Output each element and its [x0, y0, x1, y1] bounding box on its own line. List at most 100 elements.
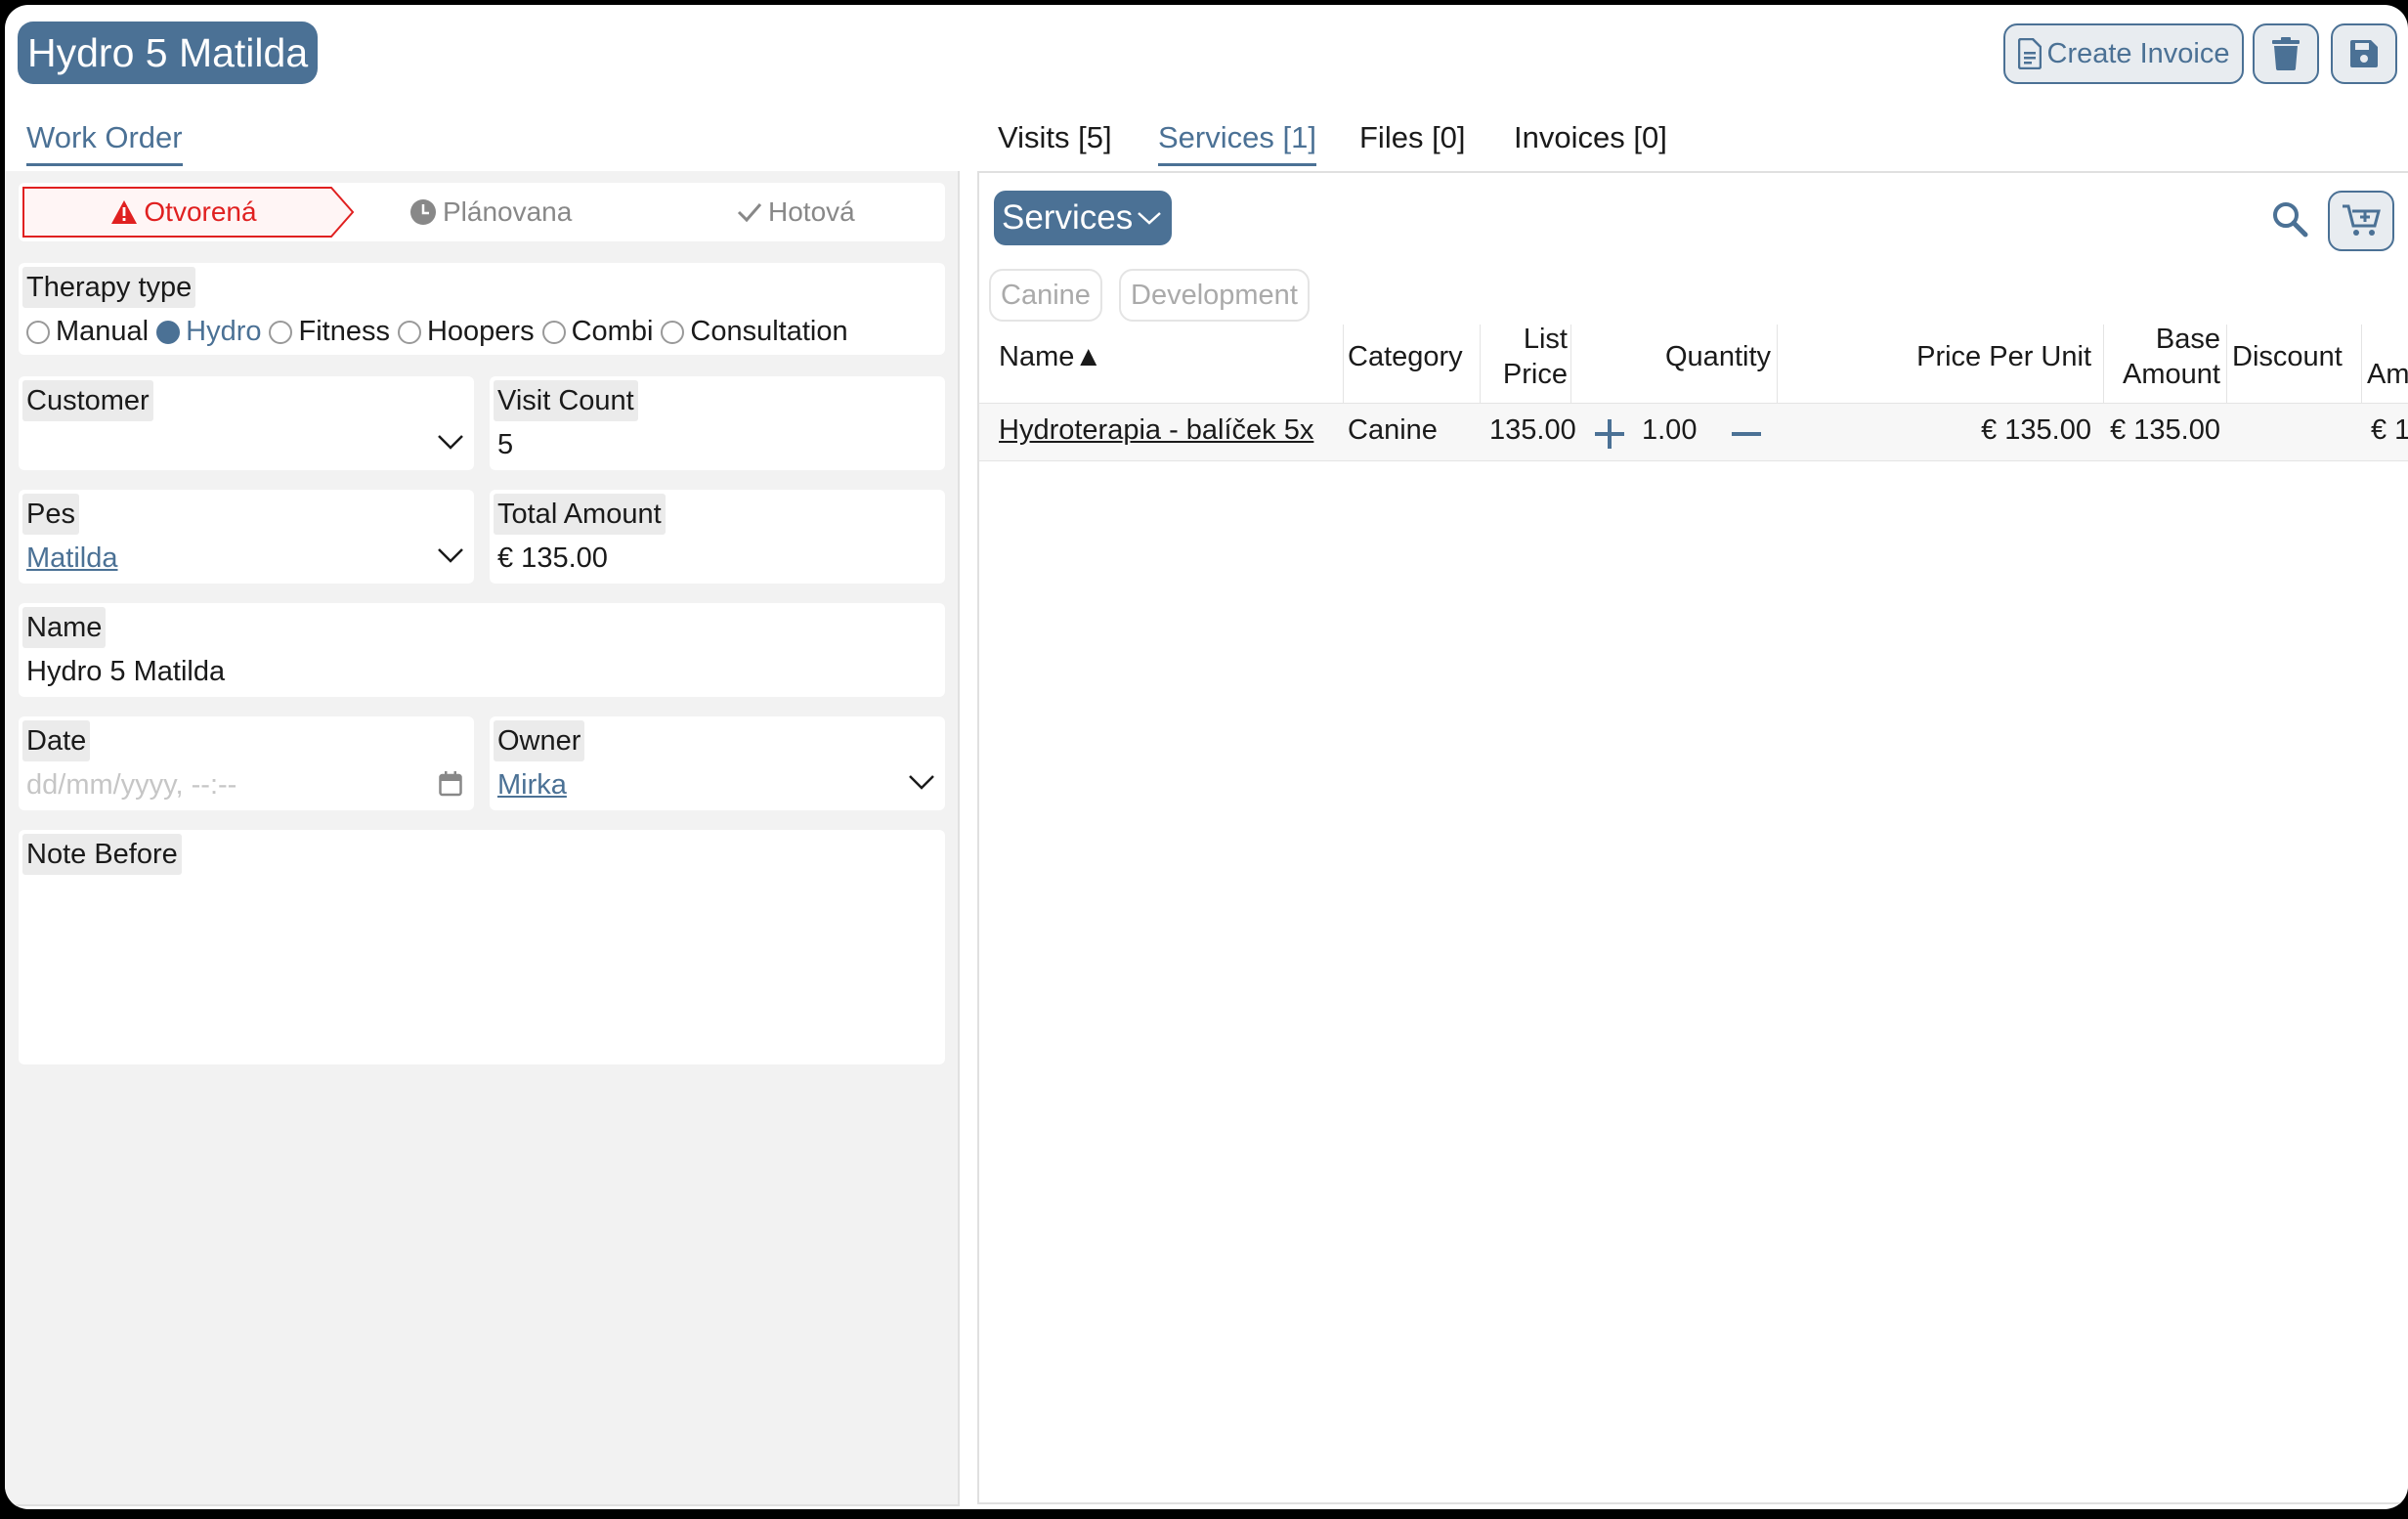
- column-header-quantity[interactable]: Quantity: [1624, 339, 1771, 374]
- base-amount-line-2: Amount: [2123, 359, 2220, 390]
- column-name-label: Name: [999, 341, 1075, 372]
- visit-count-value: 5: [497, 429, 514, 460]
- create-invoice-label: Create Invoice: [2046, 37, 2230, 69]
- therapy-option-label: Consultation: [690, 316, 848, 347]
- note-before-label: Note Before: [22, 834, 182, 875]
- therapy-radio-manual[interactable]: Manual: [26, 316, 149, 348]
- pes-label: Pes: [22, 494, 79, 535]
- sort-ascending-icon: ▲: [1074, 341, 1103, 372]
- status-open-step[interactable]: Otvorená: [22, 183, 355, 241]
- list-price-line-2: Price: [1502, 359, 1568, 390]
- customer-field[interactable]: Customer: [19, 376, 474, 470]
- service-name-link[interactable]: Hydroterapia - balíček 5x: [999, 414, 1313, 447]
- status-open-label: Otvorená: [144, 196, 257, 227]
- therapy-option-label: Fitness: [298, 316, 390, 347]
- total-amount-label: Total Amount: [494, 494, 666, 535]
- chevron-down-icon[interactable]: [437, 546, 464, 564]
- delete-button[interactable]: [2253, 23, 2319, 84]
- warning-icon: [111, 200, 138, 224]
- clock-icon: [410, 199, 436, 225]
- radio-circle[interactable]: [26, 320, 50, 344]
- trash-icon: [2272, 37, 2300, 70]
- name-value[interactable]: Hydro 5 Matilda: [26, 656, 225, 688]
- therapy-option-label: Hoopers: [426, 316, 535, 347]
- name-field[interactable]: Name Hydro 5 Matilda: [19, 603, 945, 697]
- add-to-cart-button[interactable]: [2328, 191, 2394, 251]
- therapy-radio-hoopers[interactable]: Hoopers: [397, 316, 535, 348]
- customer-label: Customer: [22, 380, 153, 421]
- save-button[interactable]: [2331, 23, 2397, 84]
- services-panel: Services Canine Development Name▲ Catego…: [977, 171, 2408, 1504]
- tab-invoices[interactable]: Invoices [0]: [1514, 120, 1667, 163]
- column-header-discount[interactable]: Discount: [2232, 339, 2343, 374]
- status-planned-step[interactable]: Plánovana: [409, 183, 572, 241]
- service-amount: € 1: [2371, 414, 2408, 446]
- therapy-type-label: Therapy type: [22, 267, 196, 308]
- filter-chip-development[interactable]: Development: [1119, 269, 1310, 322]
- therapy-option-label: Hydro: [186, 316, 262, 347]
- visit-count-field: Visit Count 5: [490, 376, 945, 470]
- tab-files[interactable]: Files [0]: [1359, 120, 1466, 163]
- services-dropdown-label: Services: [1002, 198, 1134, 237]
- invoice-icon: [2017, 38, 2042, 69]
- tab-work-order[interactable]: Work Order: [26, 120, 183, 166]
- radio-circle[interactable]: [397, 320, 421, 344]
- date-field[interactable]: Date dd/mm/yyyy, --:--: [19, 716, 474, 810]
- therapy-radio-fitness[interactable]: Fitness: [269, 316, 390, 348]
- therapy-type-radio-group: Manual Hydro Fitness Hoopers Combi Consultati…: [26, 316, 856, 348]
- date-input[interactable]: dd/mm/yyyy, --:--: [26, 769, 236, 802]
- page-title: Hydro 5 Matilda: [18, 22, 319, 84]
- service-list-price: 135.00: [1489, 414, 1576, 446]
- column-header-price-per-unit[interactable]: Price Per Unit: [1859, 339, 2091, 374]
- column-header-list-price[interactable]: List Price: [1478, 322, 1568, 392]
- cart-plus-icon: [2343, 204, 2381, 236]
- radio-circle[interactable]: [661, 320, 685, 344]
- therapy-option-label: Manual: [56, 316, 150, 347]
- filter-chip-canine[interactable]: Canine: [989, 269, 1102, 322]
- radio-circle[interactable]: [156, 320, 181, 344]
- column-header-category[interactable]: Category: [1348, 339, 1463, 374]
- minus-icon[interactable]: [1730, 417, 1763, 451]
- status-done-label: Hotová: [768, 196, 855, 227]
- owner-field[interactable]: Owner Mirka: [490, 716, 945, 810]
- services-dropdown[interactable]: Services: [994, 191, 1172, 245]
- therapy-radio-consultation[interactable]: Consultation: [661, 316, 848, 348]
- work-order-panel: Otvorená Plánovana Hotová Therapy type M…: [5, 171, 960, 1506]
- pes-value-link[interactable]: Matilda: [26, 542, 118, 575]
- therapy-option-label: Combi: [571, 316, 654, 347]
- chevron-down-icon[interactable]: [908, 773, 935, 791]
- service-category: Canine: [1348, 414, 1438, 446]
- tab-visits[interactable]: Visits [5]: [998, 120, 1112, 163]
- chevron-down-icon: [1138, 212, 1162, 225]
- radio-circle[interactable]: [541, 320, 566, 344]
- note-before-field[interactable]: Note Before: [19, 830, 945, 1064]
- plus-icon[interactable]: [1593, 417, 1626, 451]
- date-label: Date: [22, 720, 91, 761]
- column-header-base-amount[interactable]: Base Amount: [2093, 322, 2220, 392]
- radio-circle[interactable]: [269, 320, 293, 344]
- service-quantity[interactable]: 1.00: [1642, 414, 1697, 447]
- visit-count-label: Visit Count: [494, 380, 638, 421]
- search-icon[interactable]: [2271, 200, 2308, 238]
- column-header-name[interactable]: Name▲: [999, 339, 1102, 374]
- column-header-amount[interactable]: Am: [2367, 357, 2408, 392]
- status-done-step[interactable]: Hotová: [737, 183, 855, 241]
- status-planned-label: Plánovana: [443, 196, 573, 227]
- therapy-radio-combi[interactable]: Combi: [541, 316, 654, 348]
- base-amount-line-1: Base: [2155, 324, 2220, 355]
- chevron-down-icon[interactable]: [437, 433, 464, 451]
- total-amount-field: Total Amount € 135.00: [490, 490, 945, 584]
- owner-label: Owner: [494, 720, 585, 761]
- list-price-line-1: List: [1523, 324, 1568, 355]
- therapy-type-field: Therapy type Manual Hydro Fitness Hoopers Co…: [19, 263, 945, 355]
- create-invoice-button[interactable]: Create Invoice: [2003, 23, 2244, 84]
- calendar-icon[interactable]: [439, 771, 462, 797]
- owner-value-link[interactable]: Mirka: [497, 769, 567, 802]
- name-label: Name: [22, 607, 107, 648]
- app-window: Hydro 5 Matilda Create Invoice Work Orde…: [5, 5, 2408, 1509]
- service-base-amount: € 135.00: [2110, 414, 2220, 446]
- status-stepper: Otvorená Plánovana Hotová: [19, 183, 945, 241]
- tab-services[interactable]: Services [1]: [1158, 120, 1316, 166]
- pes-field[interactable]: Pes Matilda: [19, 490, 474, 584]
- therapy-radio-hydro[interactable]: Hydro: [156, 316, 261, 348]
